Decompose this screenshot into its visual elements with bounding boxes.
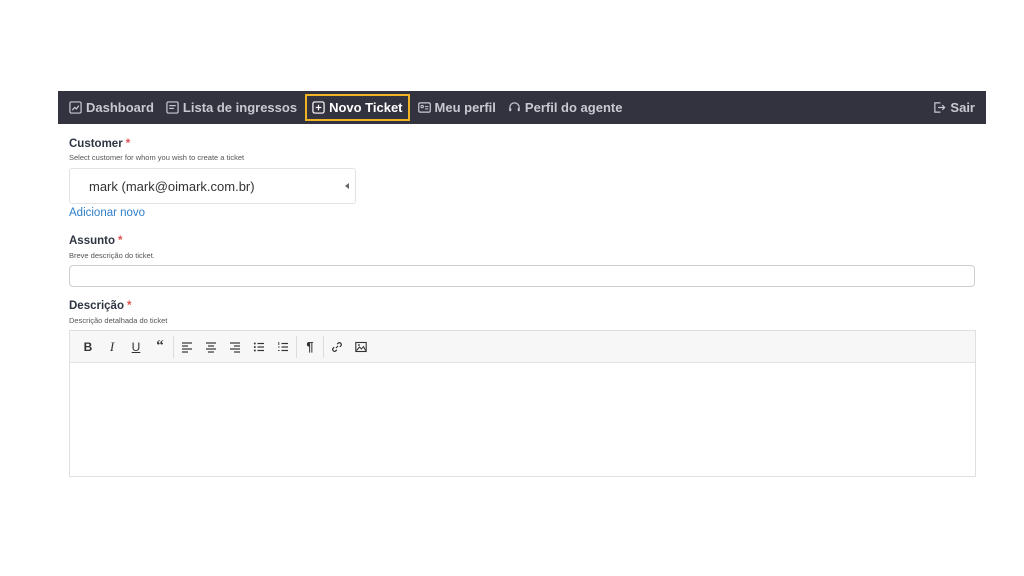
align-left-icon[interactable]: [175, 335, 199, 359]
headset-icon: [508, 101, 521, 114]
nav-my-profile-label: Meu perfil: [434, 100, 496, 115]
customer-label: Customer *: [69, 138, 130, 150]
description-help: Descrição detalhada do ticket: [69, 316, 168, 325]
bold-icon[interactable]: B: [76, 335, 100, 359]
subject-input[interactable]: [69, 265, 975, 287]
list-icon: [166, 101, 179, 114]
nav-ticket-list-label: Lista de ingressos: [182, 100, 298, 115]
description-editor: B I U “ ¶: [69, 330, 976, 477]
nav-logout-label: Sair: [950, 100, 975, 115]
image-icon[interactable]: [349, 335, 373, 359]
subject-help: Breve descrição do ticket.: [69, 251, 155, 260]
caret-left-icon: [345, 183, 349, 189]
description-label-text: Descrição: [69, 300, 124, 312]
description-label: Descrição *: [69, 300, 131, 312]
align-right-icon[interactable]: [223, 335, 247, 359]
nav-my-profile[interactable]: Meu perfil: [412, 91, 502, 124]
logout-icon: [933, 101, 946, 114]
customer-help: Select customer for whom you wish to cre…: [69, 153, 245, 162]
bullet-list-icon[interactable]: [247, 335, 271, 359]
toolbar-divider: [173, 335, 174, 358]
customer-label-text: Customer: [69, 138, 123, 150]
underline-icon[interactable]: U: [124, 335, 148, 359]
description-editor-body[interactable]: [70, 363, 975, 476]
top-navbar: Dashboard Lista de ingressos Novo Ticket…: [58, 91, 986, 124]
subject-label: Assunto *: [69, 235, 122, 247]
nav-ticket-list[interactable]: Lista de ingressos: [160, 91, 303, 124]
chart-icon: [69, 101, 82, 114]
customer-selected-value: mark (mark@oimark.com.br): [89, 178, 255, 194]
id-card-icon: [417, 101, 431, 114]
paragraph-icon[interactable]: ¶: [298, 335, 322, 359]
customer-select[interactable]: mark (mark@oimark.com.br): [69, 168, 356, 204]
nav-new-ticket[interactable]: Novo Ticket: [305, 94, 410, 121]
nav-dashboard[interactable]: Dashboard: [58, 91, 160, 124]
editor-toolbar: B I U “ ¶: [70, 331, 975, 363]
plus-square-icon: [312, 101, 325, 114]
link-icon[interactable]: [325, 335, 349, 359]
align-center-icon[interactable]: [199, 335, 223, 359]
subject-label-text: Assunto: [69, 235, 115, 247]
required-mark: *: [125, 138, 131, 150]
nav-dashboard-label: Dashboard: [86, 100, 154, 115]
required-mark: *: [118, 235, 123, 247]
nav-logout[interactable]: Sair: [927, 91, 986, 124]
italic-icon[interactable]: I: [100, 335, 124, 359]
required-mark: *: [126, 300, 132, 312]
toolbar-divider: [323, 335, 324, 358]
blockquote-icon[interactable]: “: [148, 335, 172, 359]
nav-agent-profile-label: Perfil do agente: [524, 100, 623, 115]
nav-agent-profile[interactable]: Perfil do agente: [502, 91, 629, 124]
nav-new-ticket-label: Novo Ticket: [329, 100, 403, 115]
numbered-list-icon[interactable]: [271, 335, 295, 359]
toolbar-divider: [296, 335, 297, 358]
add-customer-link[interactable]: Adicionar novo: [69, 207, 145, 219]
